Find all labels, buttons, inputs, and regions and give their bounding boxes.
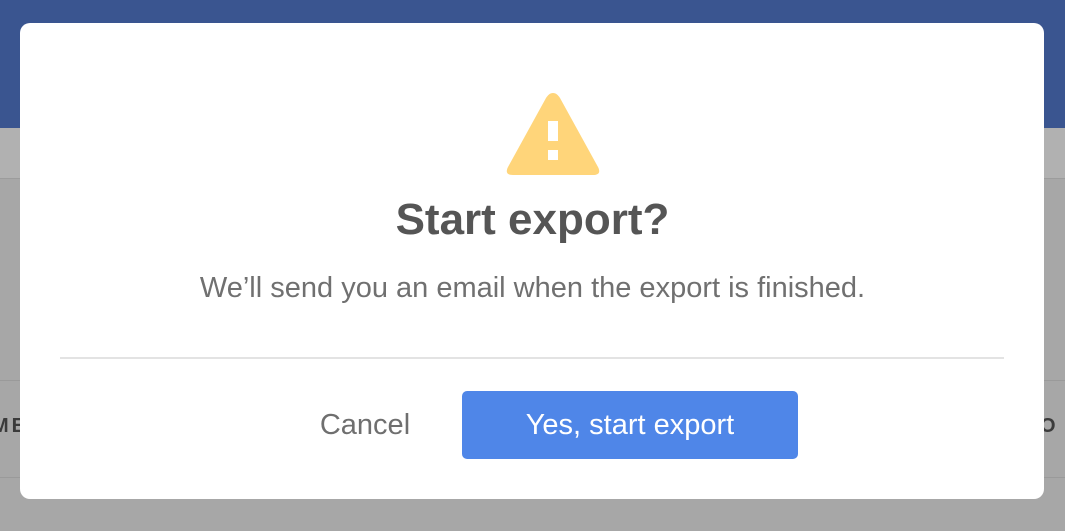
page-backdrop: ME O Start export? We’ll send you an ema… — [0, 0, 1065, 531]
start-export-button[interactable]: Yes, start export — [462, 391, 798, 459]
dialog-message: We’ll send you an email when the export … — [199, 272, 866, 304]
dialog-divider — [60, 357, 1004, 359]
dialog-title: Start export? — [395, 195, 670, 244]
warning-triangle-icon — [506, 93, 600, 175]
cancel-button[interactable]: Cancel — [296, 392, 434, 458]
